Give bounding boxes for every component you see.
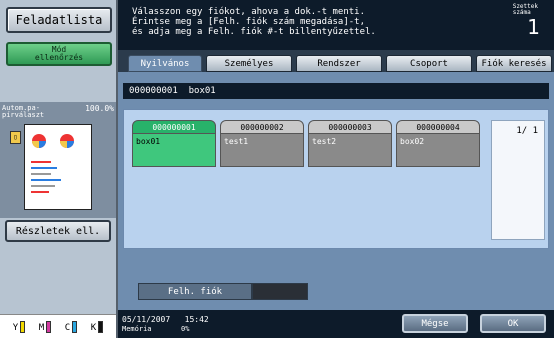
box-name: box01 (132, 133, 216, 167)
details-button[interactable]: Részletek ell. (5, 220, 111, 242)
box-list: 000000001 box01 000000002 test1 00000000… (123, 109, 549, 249)
page-count-icon: ▯ (10, 131, 21, 144)
message-bar: Válasszon egy fiókot, ahova a dok.-t men… (118, 0, 554, 50)
main-area: 000000001 box01 000000001 box01 00000000… (118, 72, 554, 310)
message-line3: és adja meg a Felh. fiók #-t billentyűze… (132, 27, 376, 37)
toner-y-letter: Y (12, 322, 19, 333)
selected-box-display: 000000001 box01 (123, 83, 549, 99)
user-box-number-field[interactable] (252, 283, 308, 300)
time-text: 15:42 (184, 315, 209, 324)
box-name: box02 (396, 133, 480, 167)
copier-panel: Feladatlista Mód ellenőrzés Autom.pa- pí… (0, 0, 554, 338)
tab-personal[interactable]: Személyes (206, 55, 292, 72)
ok-label: OK (507, 318, 519, 329)
details-label: Részletek ell. (15, 225, 101, 237)
box-item[interactable]: 000000003 test2 (308, 120, 392, 167)
box-name: test2 (308, 133, 392, 167)
mode-check-line2: ellenőrzés (34, 53, 84, 62)
zoom-value: 100.0% (85, 104, 114, 113)
box-number: 000000001 (132, 120, 216, 134)
user-box-number-button[interactable]: Felh. fiók (138, 283, 252, 300)
selected-box-number: 000000001 (129, 86, 178, 96)
message-line2: Érintse meg a [Felh. fiók szám megadása]… (132, 17, 365, 27)
message-line1: Válasszon egy fiókot, ahova a dok.-t men… (132, 7, 365, 17)
tab-public-label: Nyilvános (140, 58, 190, 69)
left-sidebar: Feladatlista Mód ellenőrzés Autom.pa- pí… (0, 0, 118, 338)
status-bar: 05/11/2007 15:42 Memória 0% Mégse OK (118, 310, 554, 338)
box-item[interactable]: 000000001 box01 (132, 120, 216, 167)
toner-k-letter: K (90, 322, 97, 333)
page-indicator: 1/ 1 (491, 120, 545, 240)
box-number: 000000002 (220, 120, 304, 134)
tab-bar: Nyilvános Személyes Rendszer Csoport Fió… (118, 50, 554, 72)
toner-status: Y M C K (0, 314, 116, 338)
zoom-row: Autom.pa- pírválaszt 100.0% (2, 105, 114, 119)
tab-search-box-label: Fiók keresés (481, 58, 547, 69)
toner-m-bar (46, 320, 52, 333)
user-box-number-label: Felh. fiók (167, 286, 223, 297)
memory-value: 0% (181, 325, 190, 333)
memory-label: Memória (122, 325, 152, 333)
page-indicator-text: 1/ 1 (516, 126, 538, 136)
selected-box-name: box01 (188, 86, 216, 96)
toner-k: K (90, 320, 104, 333)
toner-c-letter: C (64, 322, 71, 333)
cancel-button[interactable]: Mégse (402, 314, 468, 333)
toner-y-bar (20, 320, 26, 333)
box-item[interactable]: 000000004 box02 (396, 120, 480, 167)
memory-status: Memória 0% (122, 326, 189, 333)
job-list-label: Feladatlista (15, 13, 103, 27)
date-time: 05/11/2007 15:42 (122, 316, 209, 324)
tab-public[interactable]: Nyilvános (128, 55, 202, 72)
document-thumbnail-icon (31, 134, 74, 193)
box-item[interactable]: 000000002 test1 (220, 120, 304, 167)
tab-search-box[interactable]: Fiók keresés (476, 55, 552, 72)
document-preview (24, 124, 92, 210)
tab-system-label: Rendszer (317, 58, 361, 69)
date-text: 05/11/2007 (122, 315, 171, 324)
box-number: 000000004 (396, 120, 480, 134)
set-count-value: 1 (527, 15, 540, 39)
toner-c: C (64, 320, 78, 333)
mode-check-button[interactable]: Mód ellenőrzés (6, 42, 112, 66)
box-name: test1 (220, 133, 304, 167)
cancel-label: Mégse (421, 318, 449, 329)
zoom-label: Autom.pa- pírválaszt (2, 105, 44, 119)
box-number: 000000003 (308, 120, 392, 134)
job-list-button[interactable]: Feladatlista (6, 7, 112, 33)
toner-k-bar (98, 320, 104, 333)
zoom-label-line2: pírválaszt (2, 111, 45, 119)
tab-system[interactable]: Rendszer (296, 55, 382, 72)
toner-c-bar (72, 320, 78, 333)
preview-panel: Autom.pa- pírválaszt 100.0% ▯ (0, 102, 116, 218)
toner-y: Y (12, 320, 26, 333)
ok-button[interactable]: OK (480, 314, 546, 333)
toner-m: M (38, 320, 52, 333)
tab-group-label: Csoport (410, 58, 448, 69)
tab-personal-label: Személyes (224, 58, 274, 69)
tab-group[interactable]: Csoport (386, 55, 472, 72)
toner-m-letter: M (38, 322, 45, 333)
